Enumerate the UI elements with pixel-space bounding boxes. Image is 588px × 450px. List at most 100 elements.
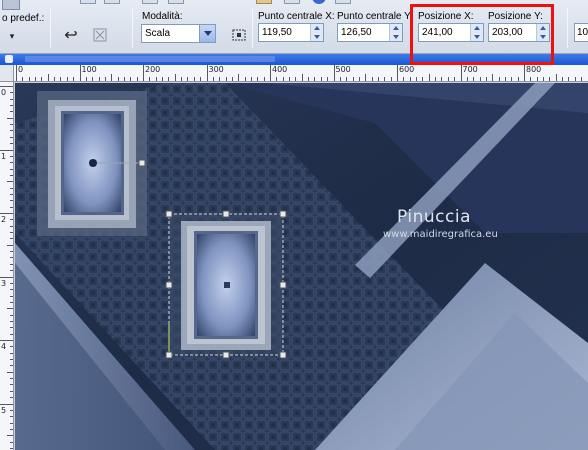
ruler-tick [10, 257, 13, 259]
ruler-tick [371, 77, 373, 81]
ruler-tick [327, 77, 329, 81]
pos-y-input[interactable]: 203,00 [488, 23, 550, 42]
center-y-label: Punto centrale Y: [337, 11, 413, 22]
ruler-tick [10, 238, 13, 240]
ruler-tick [10, 136, 13, 138]
ruler-tick [10, 346, 13, 348]
center-x-input[interactable]: 119,50 [258, 23, 324, 42]
ruler-tick [428, 74, 430, 81]
ruler-tick [0, 340, 13, 341]
center-x-value: 119,50 [262, 27, 292, 38]
ruler-tick [10, 416, 13, 418]
ruler-tick [257, 77, 259, 81]
ruler-tick [73, 77, 75, 81]
tool-options-bar: o predef.: ▾ ↩ Modalità: Scala Punto cen… [0, 0, 588, 54]
ruler-label: 100 [81, 65, 97, 74]
ruler-tick [7, 117, 13, 119]
ruler-label: 300 [208, 65, 224, 74]
horizontal-ruler[interactable]: 0 100 200 300 400 500 600 700 800 [14, 65, 588, 82]
ruler-tick [35, 77, 37, 81]
apply-transform-icon[interactable] [89, 24, 111, 46]
pos-x-value: 241,00 [422, 27, 453, 38]
spinner-arrows-icon[interactable] [389, 24, 402, 41]
preset-dropdown-icon[interactable]: ▾ [4, 28, 20, 44]
toolbar-icon-6[interactable] [284, 0, 300, 4]
toolbar-icon-2[interactable] [104, 0, 120, 4]
center-y-input[interactable]: 126,50 [337, 23, 403, 42]
ruler-tick [416, 77, 418, 81]
ruler-tick [10, 225, 13, 227]
ruler-tick [403, 77, 405, 81]
mode-select[interactable]: Scala [141, 24, 216, 43]
toolbar-icon-5[interactable] [256, 0, 272, 4]
ruler-tick [397, 65, 398, 81]
ruler-tick [187, 77, 189, 81]
ruler-tick [301, 74, 303, 81]
ruler-tick [60, 77, 62, 81]
ruler-tick [0, 86, 13, 87]
ruler-label: 5 [1, 405, 7, 415]
ruler-tick [498, 77, 500, 81]
ruler-label: 1 [1, 151, 7, 161]
ruler-tick [435, 77, 437, 81]
ruler-tick [92, 77, 94, 81]
ruler-label: 0 [1, 88, 7, 97]
toolbar-icon-7[interactable] [335, 0, 351, 4]
ruler-tick [206, 65, 208, 81]
ruler-tick [10, 111, 13, 113]
vertical-ruler[interactable]: 0 1 2 3 4 5 [0, 82, 14, 450]
opacity-input[interactable]: 100 [574, 23, 588, 42]
ruler-tick [149, 77, 151, 81]
ruler-label: 3 [1, 278, 7, 288]
ruler-tick [10, 124, 13, 126]
ruler-tick [10, 168, 13, 170]
ruler-tick [460, 65, 462, 81]
ruler-tick [10, 174, 13, 176]
spinner-arrows-icon[interactable] [536, 24, 549, 41]
ruler-tick [10, 320, 13, 322]
center-point-icon[interactable] [228, 24, 250, 46]
ruler-tick [289, 77, 291, 81]
ruler-tick [225, 77, 227, 81]
toolbar-icon-4[interactable] [168, 0, 184, 4]
image-canvas[interactable]: Pinuccia www.maidiregrafica.eu [15, 83, 588, 450]
ruler-tick [85, 77, 87, 81]
ruler-tick [136, 77, 138, 81]
reset-icon[interactable]: ↩ [60, 24, 82, 46]
ruler-tick [263, 77, 265, 81]
ruler-tick [7, 244, 13, 246]
ruler-tick [447, 77, 449, 81]
ruler-tick [130, 77, 132, 81]
ruler-tick [549, 77, 551, 81]
ruler-tick [314, 77, 316, 81]
ruler-tick [10, 314, 13, 316]
ruler-tick [10, 200, 13, 202]
help-icon[interactable] [312, 0, 326, 4]
ruler-tick [536, 77, 538, 81]
preset-swatch-icon[interactable] [2, 0, 20, 10]
ruler-tick [10, 206, 13, 208]
spinner-arrows-icon[interactable] [470, 24, 483, 41]
chevron-down-icon[interactable] [199, 25, 215, 42]
spinner-arrows-icon[interactable] [310, 24, 323, 41]
ruler-tick [10, 409, 13, 411]
ruler-tick [10, 359, 13, 361]
toolbar-icon-1[interactable] [80, 0, 96, 4]
ruler-tick [10, 365, 13, 367]
ruler-tick [10, 428, 13, 430]
pos-x-input[interactable]: 241,00 [418, 23, 484, 42]
ruler-tick [219, 77, 221, 81]
ruler-tick [10, 441, 13, 443]
ruler-tick [10, 251, 13, 253]
ruler-tick [346, 77, 348, 81]
ruler-tick [117, 77, 119, 81]
ruler-tick [377, 77, 379, 81]
ruler-tick [10, 289, 13, 291]
ruler-label: 0 [18, 65, 24, 74]
ruler-tick [365, 74, 367, 81]
ruler-tick [10, 219, 13, 221]
ruler-tick [104, 77, 106, 81]
ruler-label: 800 [526, 65, 542, 74]
toolbar-icon-3[interactable] [142, 0, 158, 4]
ruler-tick [41, 77, 43, 81]
